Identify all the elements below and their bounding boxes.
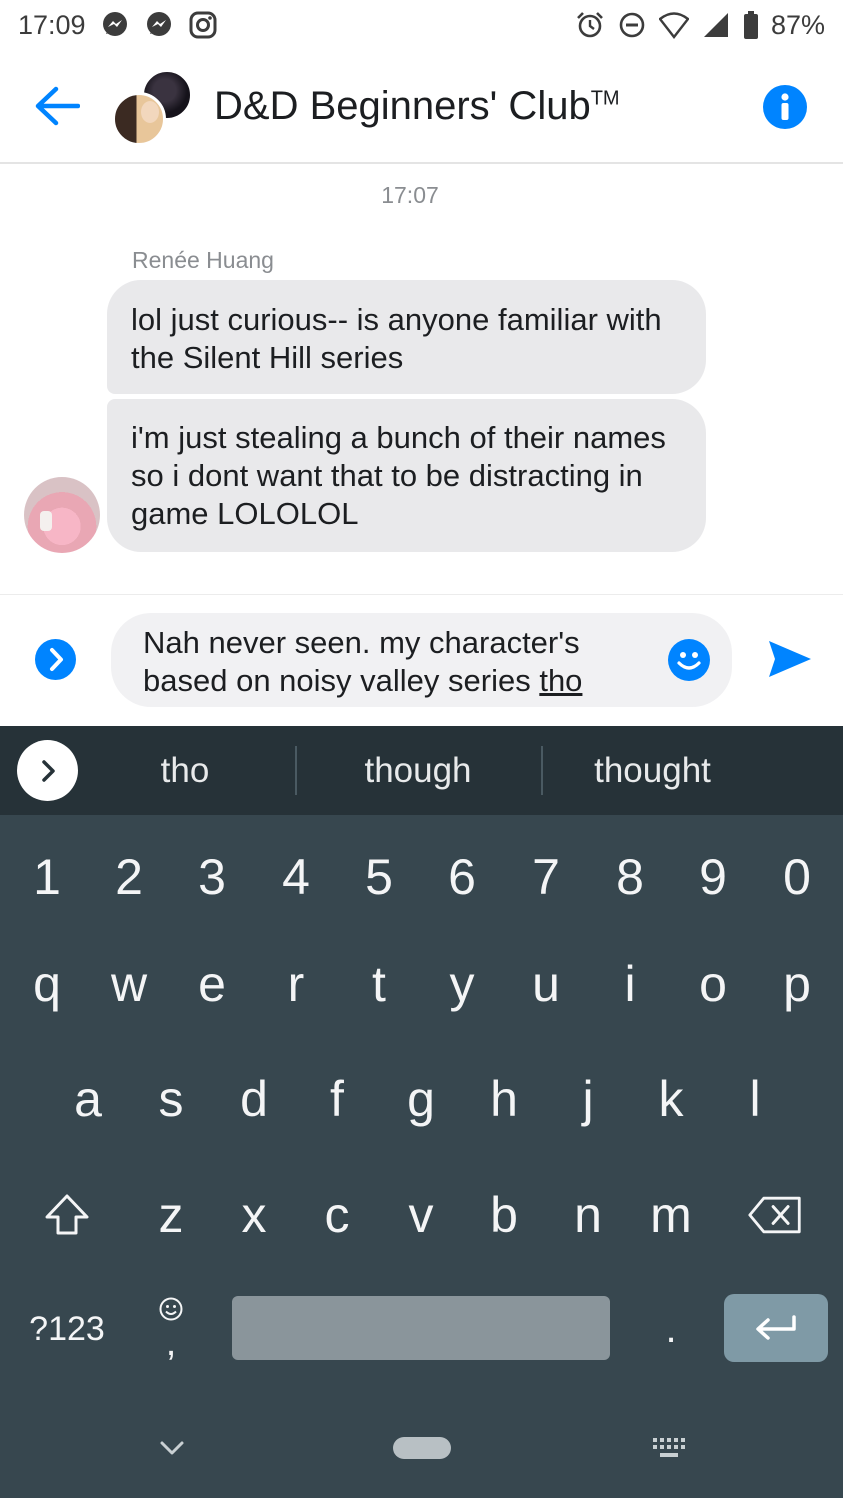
messenger-icon — [100, 10, 130, 40]
emoji-icon[interactable] — [668, 639, 710, 681]
suggestion-divider — [295, 746, 297, 795]
message-bubble[interactable]: i'm just stealing a bunch of their names… — [107, 399, 706, 552]
key[interactable]: 7 — [505, 832, 587, 922]
key[interactable]: s — [130, 1054, 212, 1144]
messenger-icon — [144, 10, 174, 40]
key[interactable]: r — [255, 939, 337, 1029]
sender-avatar[interactable] — [24, 477, 100, 553]
message-input-text[interactable]: Nah never seen. my character's based on … — [143, 624, 643, 700]
wifi-icon — [658, 10, 689, 40]
suggestion-strip: tho though thought — [0, 726, 843, 815]
key[interactable]: b — [463, 1170, 545, 1260]
do-not-disturb-icon — [617, 10, 647, 40]
key[interactable]: 1 — [6, 832, 88, 922]
conversation-name: D&D Beginners' Club — [214, 84, 591, 128]
key[interactable]: 3 — [171, 832, 253, 922]
key[interactable]: p — [756, 939, 838, 1029]
key[interactable]: u — [505, 939, 587, 1029]
key[interactable]: c — [296, 1170, 378, 1260]
suggestion[interactable]: though — [298, 726, 538, 815]
key[interactable]: 5 — [338, 832, 420, 922]
instagram-icon — [188, 10, 218, 40]
member-avatar — [112, 92, 166, 146]
key[interactable]: 2 — [88, 832, 170, 922]
send-icon[interactable] — [767, 639, 813, 679]
key[interactable]: l — [714, 1054, 796, 1144]
signal-icon — [701, 10, 731, 40]
key[interactable]: m — [630, 1170, 712, 1260]
key[interactable]: e — [171, 939, 253, 1029]
period-key[interactable]: . — [630, 1284, 712, 1374]
key[interactable]: 6 — [421, 832, 503, 922]
trademark-mark: TM — [590, 87, 620, 110]
group-avatar[interactable] — [112, 70, 192, 146]
key[interactable]: 8 — [589, 832, 671, 922]
key[interactable]: w — [88, 939, 170, 1029]
chevron-right-icon[interactable] — [17, 740, 78, 801]
key[interactable]: z — [130, 1170, 212, 1260]
expand-actions-icon[interactable] — [35, 639, 76, 680]
message-timestamp: 17:07 — [381, 182, 439, 208]
shift-icon[interactable] — [26, 1170, 108, 1260]
key[interactable]: i — [589, 939, 671, 1029]
on-screen-keyboard: tho though thought 1 2 3 4 5 6 7 8 9 0 q… — [0, 726, 843, 1498]
battery-level: 87% — [770, 9, 825, 40]
emoji-icon — [159, 1297, 183, 1321]
key[interactable]: y — [421, 939, 503, 1029]
home-pill[interactable] — [393, 1437, 451, 1459]
suggestion[interactable]: tho — [85, 726, 285, 815]
key[interactable]: j — [547, 1054, 629, 1144]
comma-char: , — [165, 1322, 177, 1364]
back-arrow-icon[interactable] — [34, 86, 81, 126]
keyboard-switch-icon[interactable] — [651, 1436, 689, 1462]
symbols-key[interactable]: ?123 — [14, 1296, 120, 1362]
key[interactable]: t — [338, 939, 420, 1029]
key[interactable]: f — [296, 1054, 378, 1144]
message-bubble[interactable]: lol just curious-- is anyone familiar wi… — [107, 280, 706, 394]
battery-icon — [743, 10, 759, 40]
chevron-down-icon[interactable] — [156, 1432, 188, 1464]
suggestion-divider — [541, 746, 543, 795]
key[interactable]: g — [380, 1054, 462, 1144]
key[interactable]: o — [672, 939, 754, 1029]
backspace-icon[interactable] — [734, 1170, 816, 1260]
message-input[interactable]: Nah never seen. my character's based on … — [111, 613, 732, 707]
suggestion[interactable]: thought — [545, 726, 760, 815]
key[interactable]: d — [213, 1054, 295, 1144]
alarm-icon — [575, 10, 605, 40]
key[interactable]: q — [6, 939, 88, 1029]
key[interactable]: k — [630, 1054, 712, 1144]
status-bar: 17:09 87% — [0, 0, 843, 50]
conversation-title[interactable]: D&D Beginners' ClubTM — [214, 84, 620, 129]
message-composer: Nah never seen. my character's based on … — [0, 594, 843, 725]
key[interactable]: h — [463, 1054, 545, 1144]
composing-word: tho — [539, 663, 583, 698]
key[interactable]: n — [547, 1170, 629, 1260]
typed-text: Nah never seen. my character's based on … — [143, 625, 580, 698]
key[interactable]: 9 — [672, 832, 754, 922]
key[interactable]: 0 — [756, 832, 838, 922]
space-bar[interactable] — [232, 1296, 610, 1360]
key[interactable]: a — [47, 1054, 129, 1144]
key[interactable]: v — [380, 1170, 462, 1260]
comma-key[interactable]: , — [130, 1284, 212, 1374]
sender-name: Renée Huang — [132, 247, 274, 273]
info-icon[interactable] — [763, 85, 807, 129]
key[interactable]: 4 — [255, 832, 337, 922]
key[interactable]: x — [213, 1170, 295, 1260]
conversation-header: D&D Beginners' ClubTM — [0, 50, 843, 164]
status-time: 17:09 — [18, 9, 86, 40]
enter-icon[interactable] — [724, 1294, 828, 1362]
